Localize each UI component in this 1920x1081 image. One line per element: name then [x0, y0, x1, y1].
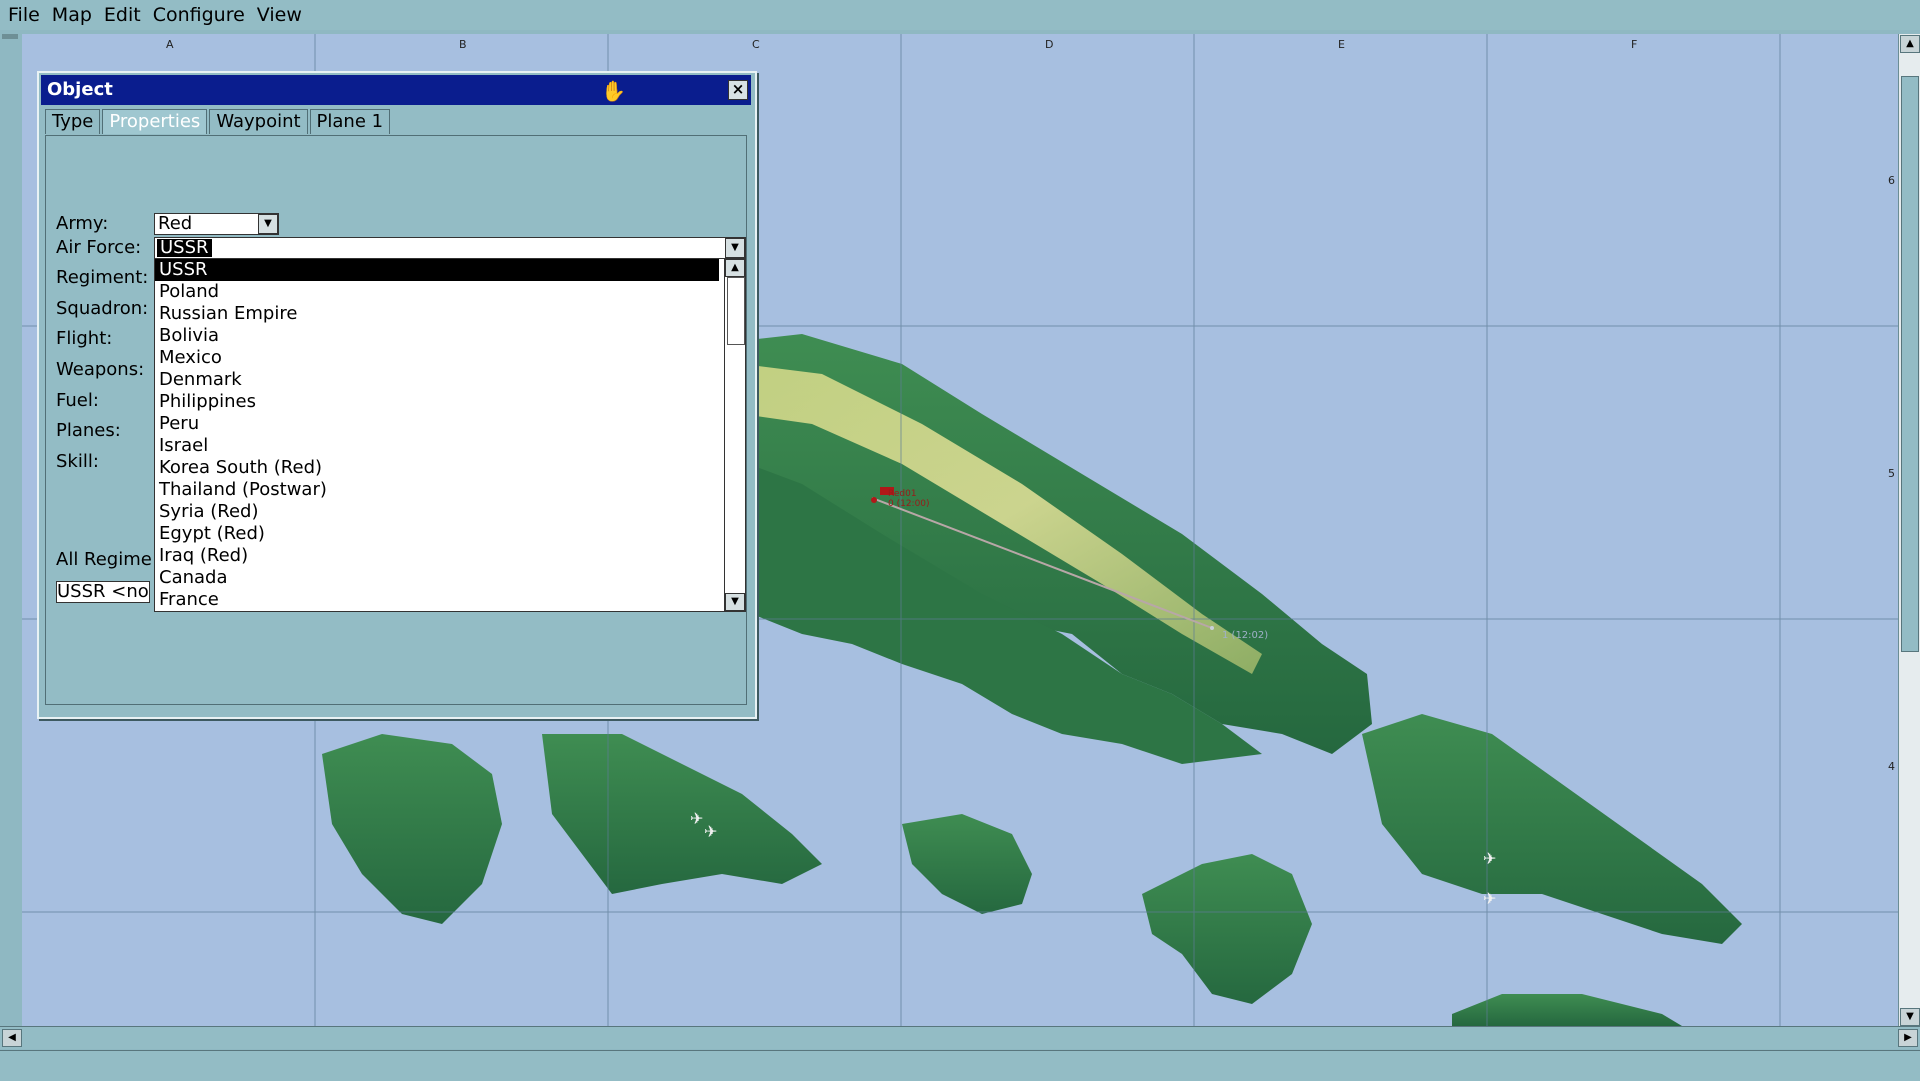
menu-map[interactable]: Map [45, 0, 97, 30]
list-item[interactable]: Israel [155, 435, 719, 457]
regiments-input[interactable]: USSR <no [56, 581, 150, 603]
scroll-up-arrow-icon[interactable]: ▲ [725, 259, 745, 277]
list-item[interactable]: Egypt (Red) [155, 523, 719, 545]
tab-type[interactable]: Type [45, 109, 101, 134]
airfield-icon: ✈ [1483, 849, 1496, 868]
airfield-icon: ✈ [1483, 889, 1496, 908]
flight-label: Flight: [56, 328, 113, 349]
status-bar [0, 1050, 1920, 1081]
list-item[interactable]: Philippines [155, 391, 719, 413]
tab-plane-1[interactable]: Plane 1 [309, 109, 391, 134]
dialog-titlebar[interactable]: Object ✋ × [41, 75, 751, 105]
all-regiments-label: All Regime [56, 549, 152, 570]
grid-row-6: 6 [1888, 174, 1895, 187]
grid-col-e: E [1338, 38, 1345, 51]
list-item[interactable]: Mexico [155, 347, 719, 369]
left-scroll-thumb[interactable] [2, 34, 18, 39]
grid-col-d: D [1045, 38, 1053, 51]
fuel-label: Fuel: [56, 390, 99, 411]
close-button[interactable]: × [728, 80, 748, 100]
waypoint-start-label: Red01 [888, 489, 917, 499]
scroll-down-arrow-icon[interactable]: ▼ [1900, 1008, 1920, 1026]
menu-file[interactable]: File [0, 0, 45, 30]
properties-panel: Army: Air Force: Regiment: Squadron: Fli… [45, 135, 747, 705]
list-scrollbar[interactable]: ▲ ▼ [724, 259, 745, 611]
menu-view[interactable]: View [250, 0, 307, 30]
airfield-icon: ✈ [690, 809, 703, 828]
scroll-down-arrow-icon[interactable]: ▼ [725, 593, 745, 611]
list-item[interactable]: Poland [155, 281, 719, 303]
air-force-options-list[interactable]: USSR Poland Russian Empire Bolivia Mexic… [154, 258, 746, 612]
list-item[interactable]: Peru [155, 413, 719, 435]
list-item[interactable]: France [155, 589, 719, 611]
bottom-scrollbar[interactable]: ◀ ▶ [0, 1026, 1920, 1049]
grid-col-a: A [166, 38, 174, 51]
left-scrollbar[interactable] [0, 34, 23, 1046]
list-scroll-thumb[interactable] [727, 277, 745, 345]
scroll-up-arrow-icon[interactable]: ▲ [1900, 35, 1920, 53]
chevron-down-icon[interactable]: ▼ [725, 238, 745, 258]
grid-row-5: 5 [1888, 467, 1895, 480]
air-force-dropdown[interactable]: USSR ▼ [154, 237, 746, 259]
right-scrollbar[interactable]: ▲ ▼ [1898, 34, 1920, 1046]
scroll-right-arrow-icon[interactable]: ▶ [1898, 1029, 1918, 1047]
hand-cursor-icon: ✋ [601, 79, 626, 103]
list-item[interactable]: Bolivia [155, 325, 719, 347]
menu-configure[interactable]: Configure [146, 0, 250, 30]
list-item[interactable]: Iraq (Red) [155, 545, 719, 567]
army-dropdown-value: Red [158, 213, 193, 234]
army-label: Army: [56, 213, 109, 234]
list-item[interactable]: Canada [155, 567, 719, 589]
list-item[interactable]: USSR [155, 259, 719, 281]
waypoint-end-label: 1 (12:02) [1222, 630, 1268, 641]
air-force-dropdown-value: USSR [157, 239, 212, 257]
grid-col-c: C [752, 38, 760, 51]
dialog-title: Object [47, 79, 113, 100]
tab-waypoint[interactable]: Waypoint [209, 109, 308, 134]
list-item[interactable]: Syria (Red) [155, 501, 719, 523]
tab-properties[interactable]: Properties [102, 109, 208, 134]
menu-edit[interactable]: Edit [97, 0, 146, 30]
chevron-down-icon[interactable]: ▼ [258, 214, 278, 234]
air-force-label: Air Force: [56, 237, 142, 258]
planes-label: Planes: [56, 420, 121, 441]
right-scroll-thumb[interactable] [1901, 76, 1919, 652]
regiment-label: Regiment: [56, 267, 149, 288]
airfield-icon: ✈ [704, 822, 717, 841]
dialog-tabs: Type Properties Waypoint Plane 1 [45, 109, 392, 135]
list-item[interactable]: Russian Empire [155, 303, 719, 325]
grid-col-f: F [1631, 38, 1637, 51]
menu-bar: File Map Edit Configure View [0, 0, 1920, 30]
grid-row-4: 4 [1888, 760, 1895, 773]
list-item[interactable]: Thailand (Postwar) [155, 479, 719, 501]
list-item[interactable]: Denmark [155, 369, 719, 391]
object-dialog: Object ✋ × Type Properties Waypoint Plan… [37, 71, 757, 719]
army-dropdown[interactable]: Red ▼ [154, 213, 279, 235]
squadron-label: Squadron: [56, 298, 149, 319]
weapons-label: Weapons: [56, 359, 145, 380]
list-item[interactable]: Korea South (Red) [155, 457, 719, 479]
grid-col-b: B [459, 38, 467, 51]
skill-label: Skill: [56, 451, 99, 472]
waypoint-start-sub: 0 (12:00) [888, 499, 930, 509]
scroll-left-arrow-icon[interactable]: ◀ [2, 1029, 22, 1047]
